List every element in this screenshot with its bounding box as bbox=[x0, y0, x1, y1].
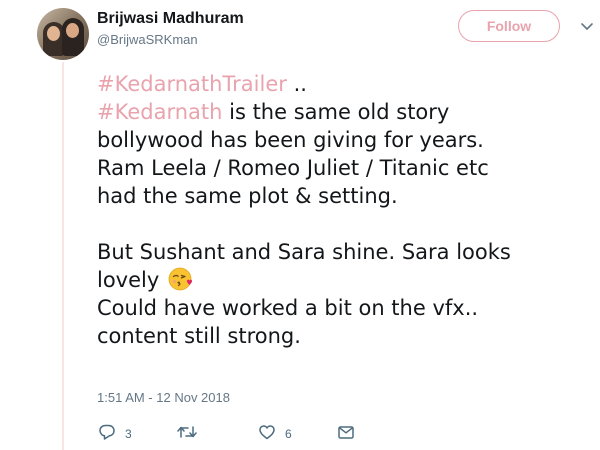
tweet-line: Ram Leela / Romeo Juliet / Titanic etc bbox=[97, 156, 489, 180]
direct-message-button[interactable] bbox=[336, 422, 356, 442]
retweet-button[interactable] bbox=[176, 422, 206, 442]
tweet-line: content still strong. bbox=[97, 324, 301, 348]
reply-button[interactable]: 3 bbox=[97, 422, 132, 442]
like-count: 6 bbox=[285, 427, 292, 441]
avatar[interactable] bbox=[37, 8, 89, 60]
tweet-line-text: .. bbox=[286, 72, 307, 96]
tweet-line: had the same plot & setting. bbox=[97, 184, 398, 208]
user-display-name[interactable]: Brijwasi Madhuram bbox=[97, 10, 244, 28]
chevron-down-icon[interactable] bbox=[580, 21, 594, 31]
tweet-line: bollywood has been giving for years. bbox=[97, 128, 484, 152]
reply-count: 3 bbox=[125, 427, 132, 441]
hashtag-link[interactable]: #Kedarnath bbox=[97, 100, 222, 124]
follow-button[interactable]: Follow bbox=[458, 10, 560, 42]
hashtag-link[interactable]: #KedarnathTrailer bbox=[97, 72, 287, 96]
user-handle[interactable]: @BrijwaSRKman bbox=[97, 32, 198, 47]
tweet-line: #Kedarnath is the same old story bbox=[97, 98, 587, 126]
thread-line bbox=[62, 62, 64, 450]
tweet-line: But Sushant and Sara shine. Sara looks bbox=[97, 240, 511, 264]
tweet-text: #KedarnathTrailer .. #Kedarnath is the s… bbox=[97, 70, 587, 350]
face-blowing-kiss-emoji-icon bbox=[168, 267, 192, 291]
reply-icon bbox=[99, 424, 115, 440]
retweet-icon bbox=[177, 426, 197, 438]
tweet-actions: 3 6 bbox=[97, 422, 397, 444]
tweet-timestamp[interactable]: 1:51 AM - 12 Nov 2018 bbox=[97, 390, 230, 405]
tweet-line: Could have worked a bit on the vfx.. bbox=[97, 296, 479, 320]
heart-icon bbox=[259, 425, 275, 440]
envelope-icon bbox=[338, 426, 354, 439]
tweet-line: #KedarnathTrailer .. bbox=[97, 70, 587, 98]
tweet-line: lovely bbox=[97, 266, 587, 294]
tweet-line-text: is the same old story bbox=[222, 100, 450, 124]
tweet-line-text: lovely bbox=[97, 268, 160, 292]
like-button[interactable]: 6 bbox=[257, 422, 292, 442]
